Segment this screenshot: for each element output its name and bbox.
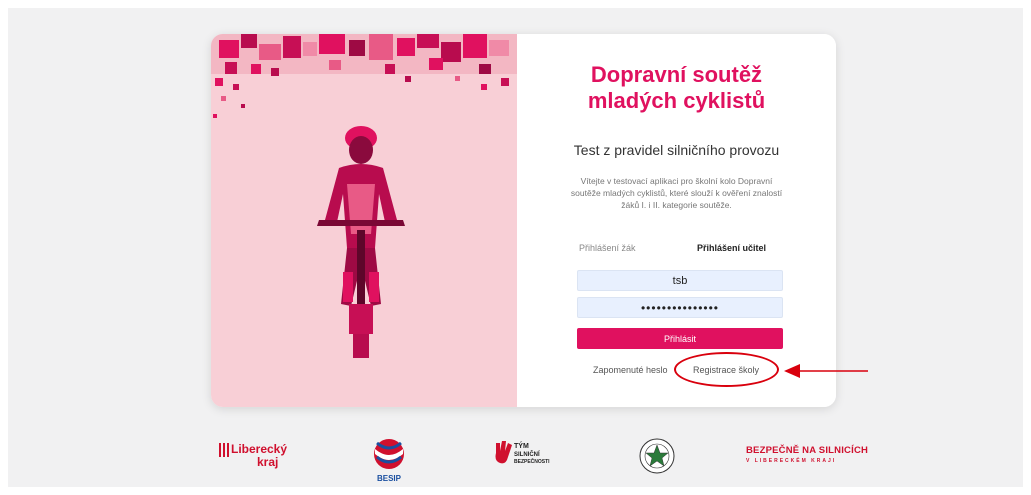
username-input[interactable] — [577, 270, 783, 291]
cyclist-figure — [317, 126, 405, 358]
title-line-1: Dopravní soutěž — [590, 62, 763, 87]
tym-text-3: BEZPEČNOSTI — [514, 458, 550, 465]
page-title: Dopravní soutěž mladých cyklistů — [517, 62, 836, 114]
logo-tym-silnicni-bezpecnosti: TÝM SILNIČNÍ BEZPEČNOSTI — [494, 437, 560, 476]
page-subtitle: Test z pravidel silničního provozu — [573, 142, 780, 158]
login-card: Dopravní soutěž mladých cyklistů Test z … — [211, 34, 836, 407]
login-tabs: Přihlášení žák Přihlášení učitel — [577, 243, 787, 259]
logo-policie — [637, 437, 677, 482]
intro-text: Vítejte v testovací aplikaci pro školní … — [570, 176, 783, 210]
bezpecne-text-1: BEZPEČNĚ NA SILNICÍCH — [746, 445, 869, 456]
login-button[interactable]: Přihlásit — [577, 328, 783, 349]
besip-logo-mark: BESIP — [374, 439, 404, 483]
highlight-ellipse — [674, 352, 779, 387]
liberecky-kraj-text-1: Liberecký — [231, 442, 287, 456]
title-line-2: mladých cyklistů — [587, 88, 766, 113]
tab-student-login[interactable]: Přihlášení žák — [579, 243, 636, 253]
password-input[interactable] — [577, 297, 783, 318]
logo-liberecky-kraj: Liberecký kraj — [219, 437, 289, 476]
cyclist-illustration — [211, 34, 517, 358]
arrow-left-icon — [784, 364, 868, 378]
tab-teacher-login[interactable]: Přihlášení učitel — [697, 243, 766, 253]
tym-text-2: SILNIČNÍ — [514, 450, 540, 458]
partner-logos: Liberecký kraj BESIP TÝM SILNIČNÍ BEZPEČ… — [0, 437, 1031, 487]
logo-bezpecne-na-silnicich: BEZPEČNĚ NA SILNICÍCH V LIBERECKÉM KRAJI — [746, 445, 868, 464]
tym-logo-mark: TÝM SILNIČNÍ BEZPEČNOSTI — [495, 441, 550, 465]
forgot-password-link[interactable]: Zapomenuté heslo — [593, 365, 668, 375]
bezpecne-text-2: V LIBERECKÉM KRAJI — [746, 458, 837, 464]
illustration-panel — [211, 34, 517, 407]
tym-text-1: TÝM — [514, 441, 529, 450]
login-panel: Dopravní soutěž mladých cyklistů Test z … — [517, 34, 836, 407]
liberecky-kraj-logo-mark: Liberecký kraj — [219, 442, 287, 469]
besip-text: BESIP — [377, 474, 402, 483]
logo-besip: BESIP — [365, 437, 413, 488]
liberecky-kraj-text-2: kraj — [257, 455, 278, 469]
police-star-icon — [639, 438, 675, 474]
mosaic-pattern — [211, 34, 517, 118]
